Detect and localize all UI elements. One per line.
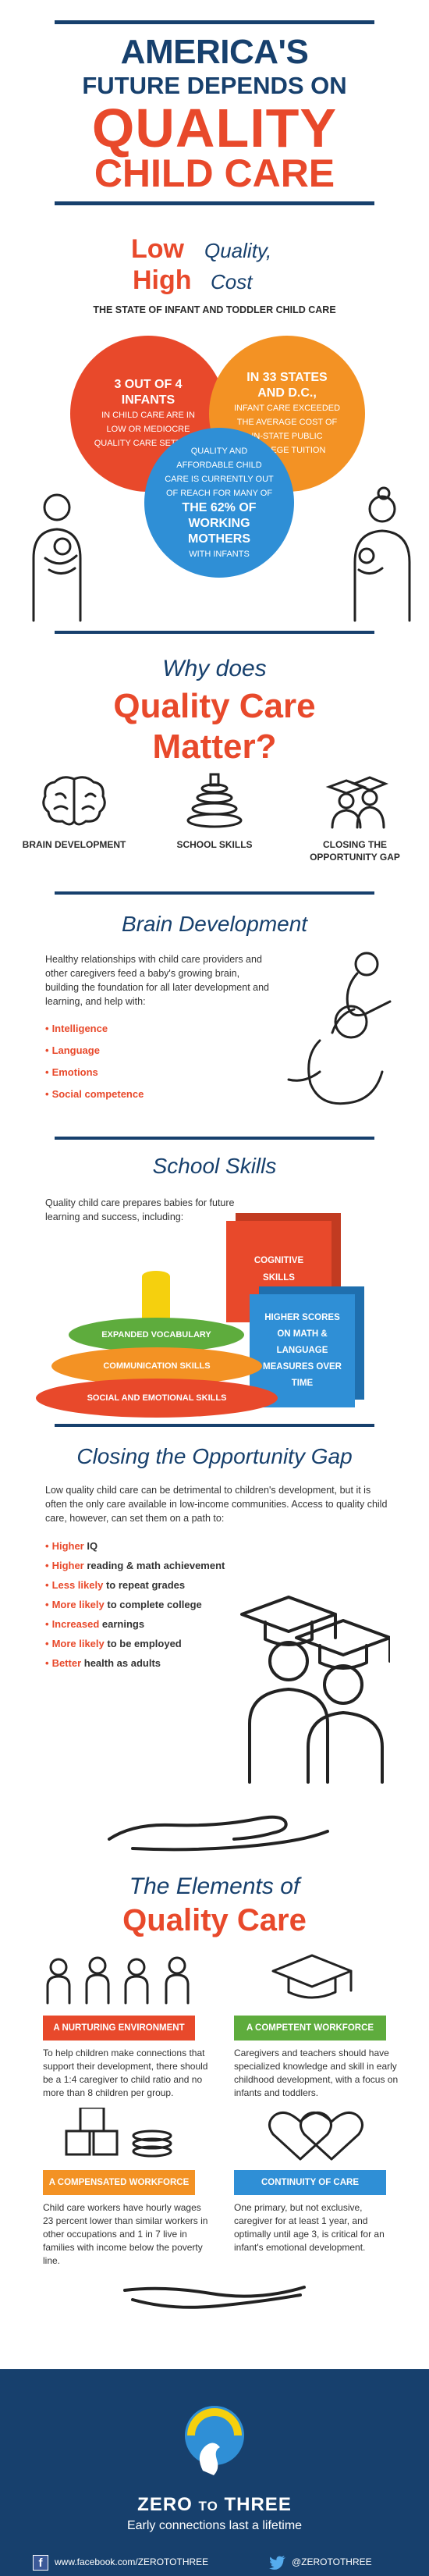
why-item-brain: BRAIN DEVELOPMENT xyxy=(12,773,136,851)
why-section: Why does Quality Care Matter? BRAIN DEVE… xyxy=(0,656,429,898)
gap-list: • Higher IQ • Higher reading & math achiev… xyxy=(45,1536,225,1673)
ring-social-emotional: SOCIAL AND EMOTIONAL SKILLS xyxy=(36,1379,278,1418)
cost-title-high: High xyxy=(133,265,192,295)
graduation-cap-icon xyxy=(271,1954,353,1999)
caregiver-lifting-baby-icon xyxy=(287,952,392,1105)
elements-section: The Elements of Quality Care A NURTURING… xyxy=(0,1873,429,2311)
divider xyxy=(55,201,374,205)
headline-line1: AMERICA'S xyxy=(120,33,309,71)
school-section: School Skills Quality child care prepare… xyxy=(0,1146,429,1427)
brain-section: Brain Development Healthy relationships … xyxy=(0,912,429,1146)
stat-mothers-big: the 62% of working mothers xyxy=(182,501,257,546)
facebook-link[interactable]: www.facebook.com/ZEROTOTHREE xyxy=(55,2549,208,2576)
cost-section: Low Quality, High Cost THE STATE OF INFA… xyxy=(0,234,429,640)
brain-title: Brain Development xyxy=(121,912,308,936)
list-item: • Better health as adults xyxy=(45,1657,161,1669)
why-item-gap: CLOSING THE OPPORTUNITY GAP xyxy=(292,773,417,863)
headline-line3: QUALITY xyxy=(91,98,338,158)
why-item-school: SCHOOL SKILLS xyxy=(152,773,277,851)
why-label-gap: CLOSING THE OPPORTUNITY GAP xyxy=(310,839,400,863)
cost-subtitle: THE STATE OF INFANT AND TODDLER CHILD CA… xyxy=(93,304,336,315)
school-text: Quality child care prepares babies for f… xyxy=(45,1197,235,1222)
blocks-and-coins-icon xyxy=(65,2108,172,2158)
divider xyxy=(55,891,374,895)
divider xyxy=(55,631,374,634)
stat-circle-mothers: Quality and affordable child care is cur… xyxy=(144,428,294,578)
why-title-line2: Quality Care xyxy=(113,687,316,725)
twitter-icon[interactable] xyxy=(269,2556,286,2570)
brand-tagline: Early connections last a lifetime xyxy=(126,2519,303,2532)
stacking-rings-icon xyxy=(186,773,243,828)
list-item: • More likely to complete college xyxy=(45,1599,202,1610)
compensated-workforce-text: Child care workers have hourly wages 23 … xyxy=(43,2202,208,2266)
children-group-icon xyxy=(46,1956,190,2005)
stat-infants-big: 3 out of 4 infants xyxy=(114,378,183,407)
hearts-icon xyxy=(268,2111,363,2161)
footer: ZERO TO THREE Early connections last a l… xyxy=(0,2369,429,2576)
brain-text: Healthy relationships with child care pr… xyxy=(45,954,270,1007)
nurturing-environment-text: To help children make connections that s… xyxy=(43,2048,208,2098)
divider xyxy=(55,1424,374,1427)
divider xyxy=(55,1137,374,1140)
why-title-line3: Matter? xyxy=(152,728,277,766)
competent-workforce-text: Caregivers and teachers should have spec… xyxy=(234,2048,399,2098)
list-item: • Intelligence xyxy=(45,1023,108,1034)
open-hand-icon xyxy=(123,2286,306,2309)
zero-to-three-logo-icon xyxy=(185,2406,244,2475)
stat-states-big: In 33 states and D.C., xyxy=(246,371,328,400)
headline-line4: CHILD CARE xyxy=(94,151,335,195)
tag-continuity-of-care: CONTINUITY OF CARE xyxy=(234,2170,386,2195)
gap-section: Closing the Opportunity Gap Low quality … xyxy=(0,1435,429,1872)
school-title: School Skills xyxy=(152,1154,277,1178)
list-item: • Increased earnings xyxy=(45,1618,145,1630)
headline-line2: FUTURE DEPENDS ON xyxy=(82,72,347,99)
stat-mothers-text: Quality and affordable child care is cur… xyxy=(165,447,274,498)
facebook-icon[interactable]: f xyxy=(33,2555,48,2571)
elements-title-line2: Quality Care xyxy=(122,1903,307,1937)
parent-holding-baby-icon xyxy=(32,493,82,622)
tag-nurturing-environment: A NURTURING ENVIRONMENT xyxy=(43,2016,195,2041)
tag-competent-workforce: A COMPETENT WORKFORCE xyxy=(234,2016,386,2041)
divider xyxy=(55,20,374,24)
brain-list: • Intelligence • Language • Emotions • Socia… xyxy=(45,1018,144,1105)
gap-text: Low quality child care can be detrimenta… xyxy=(45,1485,388,1524)
list-item: • Emotions xyxy=(45,1066,98,1078)
header: AMERICA'S FUTURE DEPENDS ON QUALITY CHIL… xyxy=(0,0,429,205)
gap-title: Closing the Opportunity Gap xyxy=(76,1444,353,1468)
graduates-icon xyxy=(325,776,389,829)
grandparent-icon xyxy=(353,486,411,622)
list-item: • Social competence xyxy=(45,1088,144,1100)
graduates-illustration-icon xyxy=(240,1596,390,1784)
list-item: • Higher IQ xyxy=(45,1540,98,1552)
list-item: • Higher reading & math achievement xyxy=(45,1560,225,1571)
twitter-link[interactable]: @ZEROTOTHREE xyxy=(292,2549,372,2576)
elements-title-line1: The Elements of xyxy=(129,1873,300,1899)
stat-mothers-tail: with infants xyxy=(189,550,250,559)
list-item: • More likely to be employed xyxy=(45,1638,182,1649)
social-bar: f www.facebook.com/ZEROTOTHREE @ZEROTOTH… xyxy=(0,2549,429,2576)
why-title-line1: Why does xyxy=(162,656,267,681)
tag-compensated-workforce: A COMPENSATED WORKFORCE xyxy=(43,2170,195,2195)
list-item: • Less likely to repeat grades xyxy=(45,1579,186,1591)
hands-icon xyxy=(108,1815,329,1852)
continuity-of-care-text: One primary, but not exclusive, caregive… xyxy=(234,2202,385,2253)
cost-title-cost: Cost xyxy=(211,270,253,294)
why-label-brain: BRAIN DEVELOPMENT xyxy=(22,839,126,850)
cost-title-quality: Quality, xyxy=(204,239,272,262)
brand-name: ZERO TO THREE xyxy=(137,2494,292,2515)
why-label-school: SCHOOL SKILLS xyxy=(176,839,253,850)
cost-title-low: Low xyxy=(131,234,184,264)
list-item: • Language xyxy=(45,1044,100,1056)
brain-icon xyxy=(42,776,106,826)
